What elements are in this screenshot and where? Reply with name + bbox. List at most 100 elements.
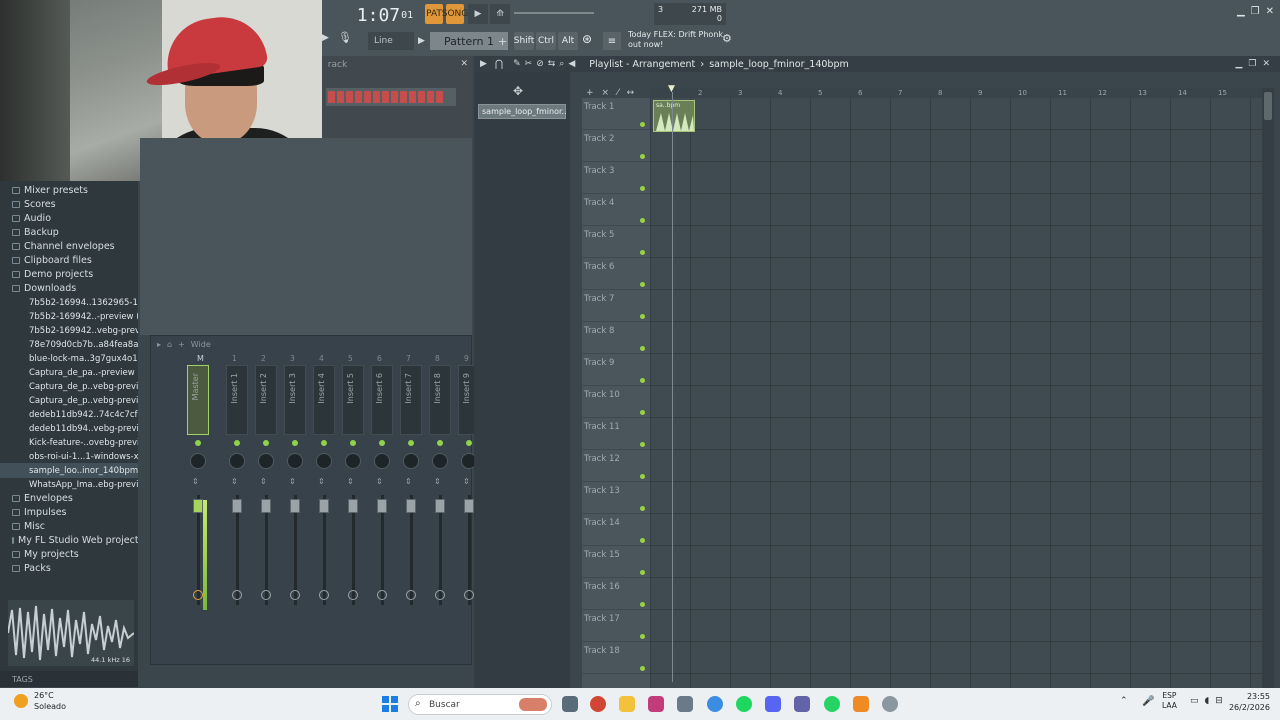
alt-key-button[interactable]: Alt bbox=[558, 32, 578, 50]
browser-folder-item[interactable]: Channel envelopes bbox=[0, 239, 138, 254]
volume-fader[interactable] bbox=[193, 499, 203, 513]
playlist-track-header[interactable]: Track 1 bbox=[582, 98, 650, 130]
mixer-insert-strip[interactable]: Insert 4 ⇕ bbox=[313, 365, 335, 655]
playlist-vertical-scrollbar[interactable] bbox=[1262, 88, 1274, 688]
whatsapp-icon[interactable] bbox=[824, 696, 840, 712]
playlist-track-header[interactable]: Track 4 bbox=[582, 194, 650, 226]
browser-folder-item[interactable]: Packs bbox=[0, 561, 138, 576]
pan-knob[interactable] bbox=[229, 453, 245, 469]
playlist-window-controls[interactable]: ▁❐✕ bbox=[1235, 59, 1276, 69]
track-mute-led[interactable] bbox=[640, 314, 645, 319]
track-mute-led[interactable] bbox=[640, 186, 645, 191]
song-marker-icon[interactable]: ▼ bbox=[668, 84, 675, 94]
track-mute-led[interactable] bbox=[640, 346, 645, 351]
sample-preview-waveform[interactable]: 44.1 kHz 16 bbox=[7, 600, 135, 666]
tray-chevron-icon[interactable]: ⌃ bbox=[1120, 696, 1128, 706]
playlist-track-header[interactable]: Track 16 bbox=[582, 578, 650, 610]
language-indicator[interactable]: ESP LAA bbox=[1162, 691, 1177, 711]
playlist-track-header[interactable]: Track 10 bbox=[582, 386, 650, 418]
track-mute-led[interactable] bbox=[640, 666, 645, 671]
playlist-track-header[interactable]: Track 14 bbox=[582, 514, 650, 546]
typing-keyboard-icon[interactable]: ⊛ bbox=[582, 32, 598, 50]
channel-rack-close-icon[interactable]: ✕ bbox=[460, 59, 468, 69]
volume-fader[interactable] bbox=[435, 499, 445, 513]
browser-file-item[interactable]: sample_loo..inor_140bpm bbox=[0, 463, 138, 478]
track-mute-led[interactable] bbox=[640, 570, 645, 575]
mixer-insert-strip[interactable]: Insert 1 ⇕ bbox=[226, 365, 248, 655]
track-tools-icons[interactable]: +×⁄↔ bbox=[586, 88, 642, 98]
volume-fader[interactable] bbox=[261, 499, 271, 513]
mixer-insert-strip[interactable]: Insert 2 ⇕ bbox=[255, 365, 277, 655]
pan-knob[interactable] bbox=[374, 453, 390, 469]
master-volume-slider[interactable] bbox=[514, 12, 594, 14]
send-knob[interactable] bbox=[319, 590, 329, 600]
track-mute-led[interactable] bbox=[640, 378, 645, 383]
stereo-icon[interactable]: ⇕ bbox=[376, 477, 383, 486]
play-icon[interactable]: ▶ bbox=[468, 4, 488, 24]
send-knob[interactable] bbox=[193, 590, 203, 600]
chrome-icon[interactable] bbox=[590, 696, 606, 712]
playhead[interactable] bbox=[672, 92, 673, 682]
mixer-view-icon[interactable]: ⌂ bbox=[167, 340, 172, 349]
track-mute-led[interactable] bbox=[640, 250, 645, 255]
strip-active-led[interactable] bbox=[234, 440, 240, 446]
pan-knob[interactable] bbox=[287, 453, 303, 469]
pan-knob[interactable] bbox=[403, 453, 419, 469]
stereo-icon[interactable]: ⇕ bbox=[405, 477, 412, 486]
shift-key-button[interactable]: Shift bbox=[514, 32, 534, 50]
menu-icon[interactable]: ≡ bbox=[603, 32, 621, 50]
tags-bar[interactable]: TAGS bbox=[0, 671, 138, 687]
send-knob[interactable] bbox=[232, 590, 242, 600]
strip-active-led[interactable] bbox=[321, 440, 327, 446]
mic-icon[interactable]: 🎙 bbox=[338, 31, 352, 49]
volume-fader[interactable] bbox=[290, 499, 300, 513]
pan-knob[interactable] bbox=[258, 453, 274, 469]
send-knob[interactable] bbox=[348, 590, 358, 600]
taskbar-clock[interactable]: 23:55 26/2/2026 bbox=[1222, 691, 1270, 713]
strip-active-led[interactable] bbox=[379, 440, 385, 446]
browser-file-item[interactable]: 78e709d0cb7b..a84fea8aa1f bbox=[0, 337, 138, 352]
send-knob[interactable] bbox=[377, 590, 387, 600]
stereo-icon[interactable]: ⇕ bbox=[463, 477, 470, 486]
browser-file-item[interactable]: Kick-feature-..ovebg-preview bbox=[0, 435, 138, 450]
browser-folder-item[interactable]: Downloads bbox=[0, 281, 138, 296]
browser-folder-item[interactable]: Demo projects bbox=[0, 267, 138, 282]
track-mute-led[interactable] bbox=[640, 474, 645, 479]
volume-fader[interactable] bbox=[464, 499, 474, 513]
browser-folder-item[interactable]: Clipboard files bbox=[0, 253, 138, 268]
track-mute-led[interactable] bbox=[640, 602, 645, 607]
browser-file-item[interactable]: Captura_de_p..vebg-preview bbox=[0, 379, 138, 394]
stereo-icon[interactable]: ⇕ bbox=[318, 477, 325, 486]
stereo-icon[interactable]: ⇕ bbox=[231, 477, 238, 486]
strip-active-led[interactable] bbox=[408, 440, 414, 446]
browser-file-item[interactable]: Captura_de_pa..-preview (1) bbox=[0, 365, 138, 380]
track-mute-led[interactable] bbox=[640, 634, 645, 639]
playlist-track-header[interactable]: Track 18 bbox=[582, 642, 650, 674]
mixer-arrow-icon[interactable]: ▸ bbox=[157, 340, 161, 349]
pattern-selector[interactable]: Pattern 1 bbox=[430, 32, 508, 50]
browser-file-item[interactable]: 7b5b2-169942..vebg-preview bbox=[0, 323, 138, 338]
playlist-track-header[interactable]: Track 5 bbox=[582, 226, 650, 258]
volume-fader[interactable] bbox=[319, 499, 329, 513]
settings-icon[interactable]: ⚙ bbox=[722, 32, 734, 46]
strip-active-led[interactable] bbox=[437, 440, 443, 446]
stereo-icon[interactable]: ⇕ bbox=[192, 477, 199, 486]
mixer-mode-label[interactable]: Wide bbox=[191, 340, 211, 349]
browser-file-item[interactable]: obs-roi-ui-1...1-windows-x64 bbox=[0, 449, 138, 464]
volume-fader[interactable] bbox=[232, 499, 242, 513]
obs-icon[interactable] bbox=[882, 696, 898, 712]
pan-knob[interactable] bbox=[316, 453, 332, 469]
tool-icons[interactable]: ✎✂⊘⇆⌕◀ bbox=[513, 59, 579, 69]
clip-picker-item[interactable]: sample_loop_fminor.. bbox=[478, 104, 567, 119]
browser-file-item[interactable]: 7b5b2-16994..1362965-1920 bbox=[0, 295, 138, 310]
playlist-track-header[interactable]: Track 8 bbox=[582, 322, 650, 354]
stereo-icon[interactable]: ⇕ bbox=[289, 477, 296, 486]
channel-rack[interactable]: Channel rack ✕ bbox=[322, 56, 472, 138]
chrome-profile-icon[interactable] bbox=[707, 696, 723, 712]
browser-folder-item[interactable]: My projects bbox=[0, 547, 138, 562]
browser-folder-item[interactable]: Mixer presets bbox=[0, 183, 138, 198]
windows-start-icon[interactable] bbox=[382, 696, 398, 712]
camera-icon[interactable] bbox=[677, 696, 693, 712]
volume-fader[interactable] bbox=[348, 499, 358, 513]
move-cross-icon[interactable]: ✥ bbox=[513, 84, 523, 98]
